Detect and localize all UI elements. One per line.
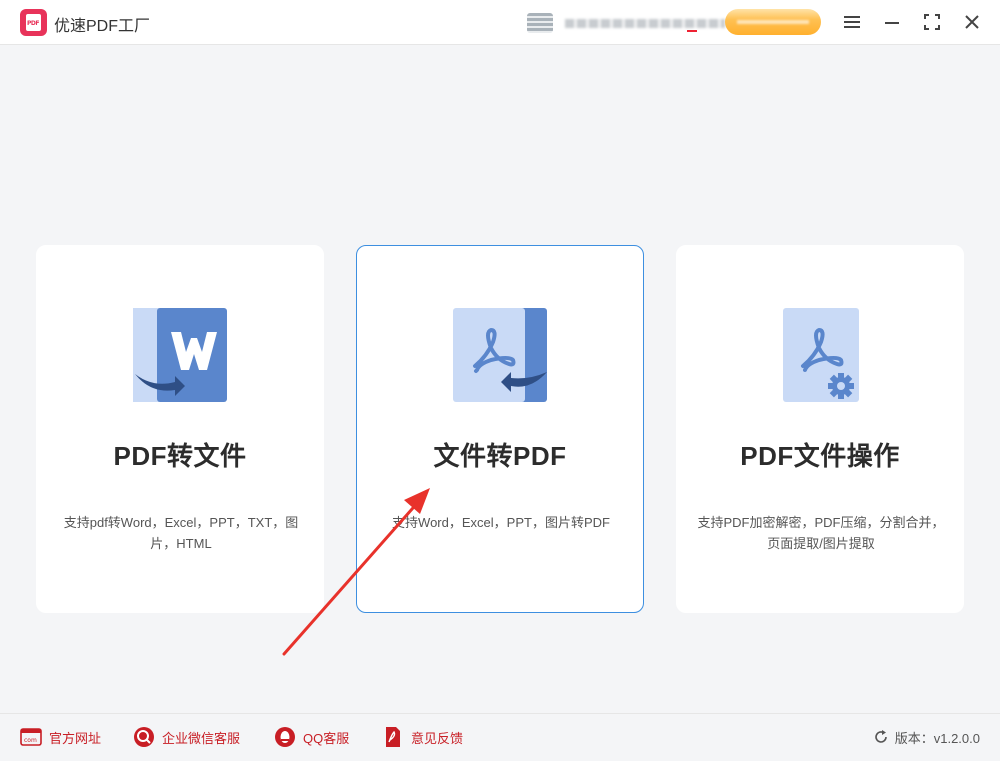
user-name-redacted <box>565 19 725 28</box>
pdf-operations-icon <box>783 308 859 402</box>
gear-icon <box>828 373 854 399</box>
card-pdf-to-file[interactable]: PDF转文件 支持pdf转Word，Excel，PPT，TXT，图片，HTML <box>36 245 324 613</box>
card-pdf-operations[interactable]: PDF文件操作 支持PDF加密解密，PDF压缩，分割合并，页面提取/图片提取 <box>676 245 964 613</box>
wecom-icon <box>133 726 155 748</box>
website-label: 官方网址 <box>49 730 102 746</box>
user-badge-redacted <box>687 30 697 32</box>
menu-icon <box>844 16 860 28</box>
card-file-to-pdf[interactable]: 文件转PDF 支持Word，Excel，PPT，图片转PDF <box>356 245 644 613</box>
website-icon: com <box>20 726 42 748</box>
website-link[interactable]: com 官方网址 <box>20 726 101 748</box>
app-logo-text: PDF <box>27 20 39 27</box>
minimize-icon <box>885 22 899 24</box>
card-description: 支持Word，Excel，PPT，图片转PDF <box>392 515 610 530</box>
card-description: 支持PDF加密解密，PDF压缩，分割合并，页面提取/图片提取 <box>697 515 945 551</box>
card-title: 文件转PDF <box>433 441 567 471</box>
qq-support-link[interactable]: QQ客服 <box>274 726 349 748</box>
app-title: 优速PDF工厂 <box>54 18 151 35</box>
card-description: 支持pdf转Word，Excel，PPT，TXT，图片，HTML <box>63 515 299 551</box>
wecom-support-link[interactable]: 企业微信客服 <box>133 726 240 748</box>
close-icon <box>965 15 979 29</box>
card-title: PDF文件操作 <box>740 441 900 471</box>
vip-button-label-redacted <box>737 20 809 24</box>
website-icon-text: com <box>24 737 37 744</box>
maximize-button[interactable] <box>920 10 944 34</box>
qq-icon <box>274 726 296 748</box>
version-label: 版本：v1.2.0.0 <box>894 730 980 746</box>
qq-label: QQ客服 <box>303 730 350 746</box>
footer-bar: com 官方网址 企业微信客服 QQ客服 意见反馈 版本：v1.2.0.0 <box>0 713 1000 761</box>
menu-button[interactable] <box>840 10 864 34</box>
user-avatar[interactable] <box>527 13 553 33</box>
version-info[interactable]: 版本：v1.2.0.0 <box>873 726 980 748</box>
maximize-icon <box>924 14 940 30</box>
vip-button[interactable] <box>725 9 821 35</box>
app-logo: PDF <box>20 9 47 36</box>
title-bar: PDF 优速PDF工厂 <box>0 0 1000 45</box>
feedback-icon <box>382 726 404 748</box>
minimize-button[interactable] <box>880 10 904 34</box>
pdf-to-word-icon <box>133 308 227 402</box>
feedback-link[interactable]: 意见反馈 <box>382 726 463 748</box>
file-to-pdf-icon <box>453 308 547 402</box>
wecom-label: 企业微信客服 <box>162 730 241 746</box>
card-title: PDF转文件 <box>113 441 247 471</box>
feedback-label: 意见反馈 <box>411 730 464 746</box>
refresh-icon <box>874 730 887 743</box>
close-button[interactable] <box>960 10 984 34</box>
